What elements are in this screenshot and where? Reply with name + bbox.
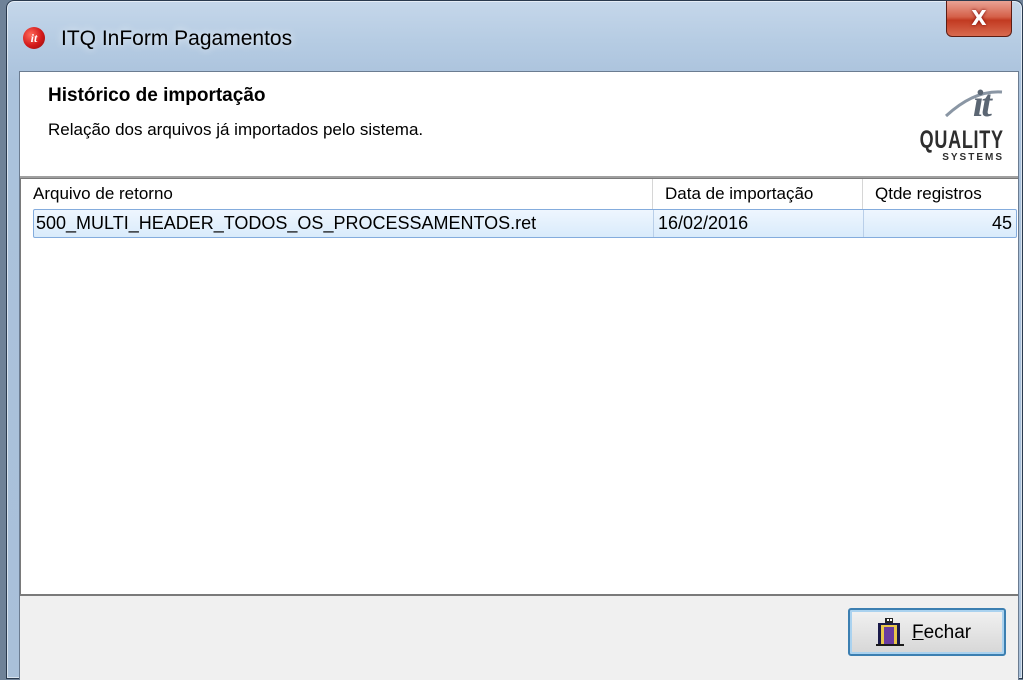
table-row[interactable]: 500_MULTI_HEADER_TODOS_OS_PROCESSAMENTOS…: [33, 209, 1017, 238]
title-bar[interactable]: it ITQ InForm Pagamentos X: [7, 1, 1022, 71]
cell-qtde: 45: [991, 213, 1012, 233]
close-button[interactable]: X: [946, 1, 1012, 37]
fechar-label-rest: echar: [923, 622, 972, 643]
fechar-label: Fechar: [912, 622, 971, 644]
dialog-header: Histórico de importação Relação dos arqu…: [20, 72, 1018, 178]
table-header: Arquivo de retorno Data de importação Qt…: [21, 179, 1018, 209]
logo-it-text: it: [972, 83, 992, 125]
fechar-button[interactable]: Fechar: [848, 608, 1006, 656]
logo-systems-text: SYSTEMS: [942, 152, 1004, 163]
page-title: Histórico de importação: [48, 85, 266, 106]
column-header-data[interactable]: Data de importação: [653, 179, 863, 209]
column-header-qtde[interactable]: Qtde registros: [863, 179, 1018, 209]
app-icon[interactable]: it: [23, 27, 45, 49]
column-header-arquivo[interactable]: Arquivo de retorno: [21, 179, 653, 209]
dialog-footer: Fechar: [20, 595, 1018, 680]
fechar-mnemonic: F: [912, 622, 924, 643]
cell-data: 16/02/2016: [654, 210, 864, 237]
page-subtitle: Relação dos arquivos já importados pelo …: [48, 120, 424, 139]
dialog-window: it ITQ InForm Pagamentos X Histórico de …: [6, 0, 1023, 680]
import-history-table[interactable]: Arquivo de retorno Data de importação Qt…: [20, 178, 1018, 595]
cell-arquivo: 500_MULTI_HEADER_TODOS_OS_PROCESSAMENTOS…: [34, 210, 654, 237]
logo-quality-text: QUALITY: [919, 126, 1004, 154]
door-exit-icon: [876, 618, 904, 646]
window-title: ITQ InForm Pagamentos: [61, 27, 293, 50]
client-area: Histórico de importação Relação dos arqu…: [19, 71, 1019, 680]
it-quality-systems-logo: it QUALITY SYSTEMS: [920, 82, 1004, 166]
